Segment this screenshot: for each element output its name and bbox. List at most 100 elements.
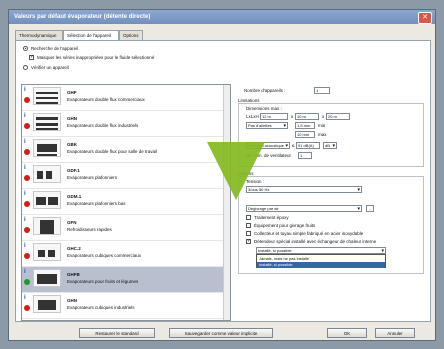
cubic-cooler-icon xyxy=(33,243,61,261)
tab-thermodynamics[interactable]: Thermodynamique xyxy=(15,30,63,40)
product-code: GHC.2 xyxy=(67,246,81,251)
status-indicator-icon xyxy=(24,175,30,181)
product-list[interactable]: i GHN Evaporateurs cubiques industriels i GH… xyxy=(21,84,231,321)
product-code: GHF xyxy=(67,90,77,95)
fruit-cooler-icon xyxy=(33,269,61,287)
min-fans-field[interactable]: 1 xyxy=(298,152,312,159)
close-button[interactable]: ✕ xyxy=(418,12,432,24)
product-row[interactable]: i GBK Evaporateurs double flux pour salle … xyxy=(22,137,230,163)
info-icon[interactable]: i xyxy=(24,164,29,172)
dim-x-2: x xyxy=(322,114,325,119)
status-indicator-icon xyxy=(24,149,30,155)
low-ceiling-cooler-icon xyxy=(33,191,61,209)
list-scrollbar[interactable] xyxy=(223,85,230,320)
double-flow-industrial-icon xyxy=(33,113,61,131)
highlight-arrow-icon xyxy=(207,142,265,200)
fin-max-field[interactable]: 10 mm xyxy=(295,131,315,138)
workroom-cooler-icon xyxy=(33,139,61,157)
defrost-more-button[interactable]: … xyxy=(366,205,374,212)
status-indicator-icon xyxy=(24,123,30,129)
devices-count-label: Nombre d'appareils : xyxy=(244,88,286,93)
product-description: Evaporateurs double flux commerciaux xyxy=(67,97,145,102)
product-row[interactable]: i GDF.1 Evaporateurs plafonniers xyxy=(22,163,230,189)
acoustic-pressure-field[interactable]: 91 dB(A) xyxy=(296,142,320,149)
stainless-tube-checkbox[interactable] xyxy=(246,231,251,236)
cubic-industrial-icon xyxy=(33,295,61,313)
status-indicator-icon xyxy=(24,227,30,233)
fin-max-label: max xyxy=(318,132,327,137)
info-icon[interactable]: i xyxy=(24,294,29,302)
dim-length-field[interactable]: 12 m xyxy=(260,113,288,120)
product-description: Evaporateurs plafonniers bas xyxy=(67,201,126,206)
status-indicator-icon xyxy=(24,97,30,103)
fin-min-label: min xyxy=(318,123,326,128)
fin-min-field[interactable]: 1,5 mm xyxy=(295,122,315,129)
screen-background: Valeurs par défaut évaporateur (détente … xyxy=(0,0,444,349)
mask-series-checkbox[interactable]: ✓ xyxy=(29,55,34,60)
product-code: GDM.1 xyxy=(67,194,82,199)
status-indicator-icon xyxy=(24,201,30,207)
product-description: Evaporateurs pour fruits et légumes xyxy=(67,279,139,284)
product-row[interactable]: i GHC.2 Evaporateurs cubiques commerciaux xyxy=(22,241,230,267)
info-icon[interactable]: i xyxy=(24,190,29,198)
save-as-default-button[interactable]: Sauvegarder comme valeur implicite xyxy=(169,328,273,338)
pressure-unit-select[interactable]: dB xyxy=(323,142,337,149)
dims-label: Dimensions max : xyxy=(246,106,282,111)
installation-select[interactable]: Installé, si possible xyxy=(256,247,386,254)
dim-height-field[interactable]: 20 m xyxy=(326,113,350,120)
pressure-x: ≤ xyxy=(292,143,295,148)
double-flow-cooler-icon xyxy=(33,87,61,105)
product-row[interactable]: i GDM.1 Evaporateurs plafonniers bas xyxy=(22,189,230,215)
product-description: Evaporateurs double flux pour salle de t… xyxy=(67,149,158,154)
defrost-select[interactable]: Dégivrage par air xyxy=(246,205,362,212)
exchanger-label: Détendeur spécial installé avec échangeu… xyxy=(254,239,377,244)
product-code: GFN xyxy=(67,220,77,225)
exchanger-checkbox[interactable]: ✓ xyxy=(246,239,251,244)
product-row[interactable]: i GHN Evaporateurs double flux industriels xyxy=(22,111,230,137)
info-icon[interactable]: i xyxy=(24,112,29,120)
close-icon: ✕ xyxy=(422,14,428,21)
devices-count-field[interactable]: 1 xyxy=(314,87,330,94)
installation-dropdown-list: Jamais, mais ne pas installé Installé, s… xyxy=(256,254,386,268)
product-code: GBK xyxy=(67,142,77,147)
product-code: GHFB xyxy=(67,272,80,277)
product-code: GHN xyxy=(67,116,77,121)
product-row[interactable]: i GHFB Evaporateurs pour fruits et légumes xyxy=(22,267,230,293)
info-icon[interactable]: i xyxy=(24,268,29,276)
lxlxh-label: LxLxH xyxy=(246,114,259,119)
rapid-cooler-icon xyxy=(33,217,61,235)
stainless-tube-label: Collecteur et tuyau simple fabriqué en a… xyxy=(254,231,364,236)
product-code: GDF.1 xyxy=(67,168,80,173)
search-device-radio[interactable] xyxy=(23,46,28,51)
product-description: Evaporateurs cubiques industriels xyxy=(67,305,135,310)
status-indicator-icon xyxy=(24,253,30,259)
product-row[interactable]: i GHN Evaporateurs cubiques industriels xyxy=(22,293,230,319)
product-row[interactable]: i GFN Refroidisseurs rapides xyxy=(22,215,230,241)
info-icon[interactable]: i xyxy=(24,138,29,146)
info-icon[interactable]: i xyxy=(24,242,29,250)
product-description: Evaporateurs plafonniers xyxy=(67,175,118,180)
tab-options[interactable]: Options xyxy=(119,30,143,40)
product-code: GHN xyxy=(67,298,77,303)
ok-button[interactable]: OK xyxy=(327,328,367,338)
cancel-button[interactable]: Annuler xyxy=(375,328,415,338)
dim-width-field[interactable]: 10 m xyxy=(295,113,319,120)
mask-series-label: Masquer les séries inappropriées pour le… xyxy=(37,55,155,60)
info-icon[interactable]: i xyxy=(24,86,29,94)
fin-pitch-select[interactable]: Pas d'ailettes xyxy=(246,122,288,129)
product-description: Evaporateurs cubiques commerciaux xyxy=(67,253,142,258)
product-description: Refroidisseurs rapides xyxy=(67,227,112,232)
settings-pane: Nombre d'appareils : 1 Limitations Dimen… xyxy=(236,85,426,325)
product-description: Evaporateurs double flux industriels xyxy=(67,123,139,128)
verify-device-label: Vérifier un appareil xyxy=(31,65,69,70)
dropdown-option-if-possible[interactable]: Installé, si possible xyxy=(257,262,385,268)
restore-default-button[interactable]: Restaurer le standard xyxy=(79,328,155,338)
info-icon[interactable]: i xyxy=(24,216,29,224)
fruit-frost-checkbox[interactable] xyxy=(246,223,251,228)
verify-device-radio[interactable] xyxy=(23,65,28,70)
ceiling-cooler-icon xyxy=(33,165,61,183)
dim-x-1: x xyxy=(291,114,294,119)
product-row[interactable]: i GHF Evaporateurs double flux commerciaux xyxy=(22,85,230,111)
status-indicator-icon xyxy=(24,279,30,285)
epoxy-checkbox[interactable] xyxy=(246,215,251,220)
